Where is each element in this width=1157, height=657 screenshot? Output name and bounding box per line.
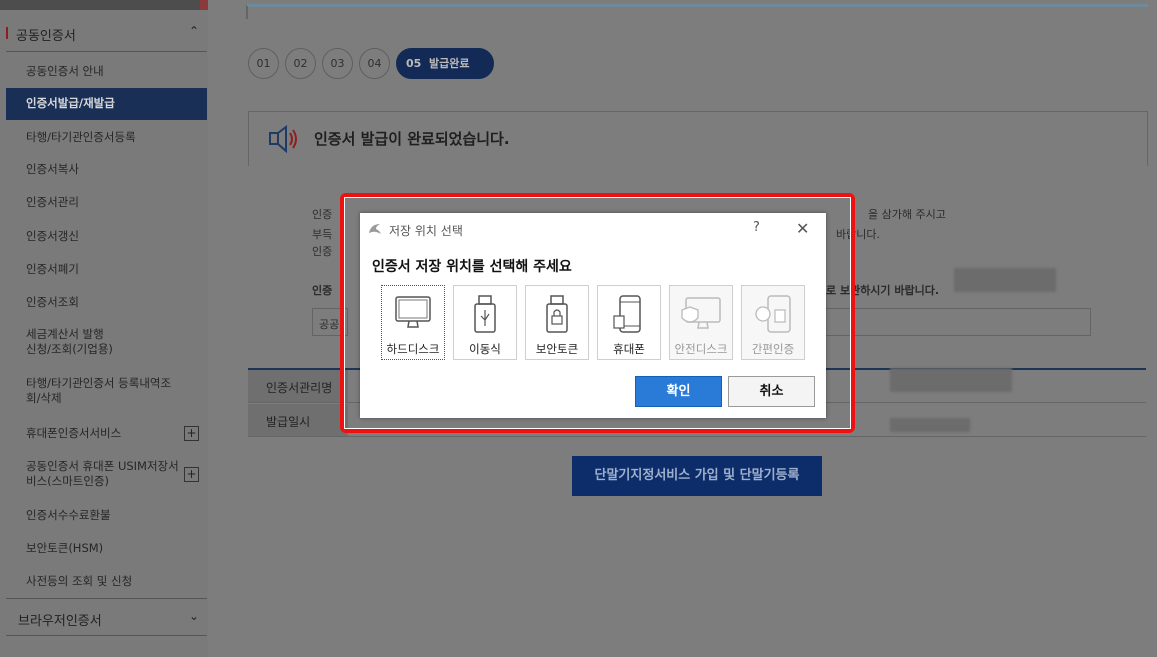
sidebar-top-strip [0, 0, 208, 10]
section-marker [6, 27, 8, 39]
dialog-titlebar: 저장 위치 선택 ? ✕ [360, 213, 826, 245]
sidebar-item-issue[interactable]: 인증서발급/재발급 [6, 88, 207, 120]
confirm-button[interactable]: 확인 [635, 376, 722, 407]
panel-text-line2-left: 인증 [312, 208, 333, 221]
close-icon[interactable]: ✕ [796, 219, 809, 238]
step-04: 04 [359, 48, 390, 79]
section-title: 공동인증서 [16, 29, 76, 44]
option-harddisk[interactable]: 하드디스크 [381, 285, 445, 360]
sidebar-item-label: 인증서발급/재발급 [26, 96, 115, 110]
simple-auth-icon [755, 295, 791, 333]
expand-plus-icon[interactable]: + [184, 426, 199, 441]
sidebar-item-revoke[interactable]: 인증서폐기 [6, 262, 207, 277]
sidebar-item-label: 세금계산서 발행 신청/조회(기업용) [26, 327, 113, 356]
sidebar-item-tax-invoice[interactable]: 세금계산서 발행 신청/조회(기업용) [6, 327, 207, 357]
step-01: 01 [248, 48, 279, 79]
sidebar-item-other-history[interactable]: 타행/타기관인증서 등록내역조 회/삭제 [6, 376, 207, 406]
option-safe-disk[interactable]: 안전디스크 [669, 285, 733, 360]
sidebar-item-label: 인증서관리 [26, 195, 79, 209]
dolphin-logo-icon [369, 224, 381, 234]
panel-text-line5-left: 인증 [312, 284, 333, 297]
step-number: 05 [406, 57, 422, 70]
monitor-icon [395, 296, 431, 328]
sidebar-item-label: 공동인증서 휴대폰 USIM저장서 비스(스마트인증) [26, 459, 179, 488]
cancel-button[interactable]: 취소 [728, 376, 815, 407]
option-security-token[interactable]: 보안토큰 [525, 285, 589, 360]
sidebar-item-phone-service[interactable]: 휴대폰인증서서비스 + [6, 426, 207, 441]
sidebar-item-label: 인증서갱신 [26, 229, 79, 243]
sidebar-item-other-register[interactable]: 타행/타기관인증서등록 [6, 130, 207, 145]
option-simple-auth[interactable]: 간편인증 [741, 285, 805, 360]
top-divider [246, 4, 1148, 19]
redacted-block [890, 418, 970, 432]
sidebar-item-manage[interactable]: 인증서관리 [6, 195, 207, 210]
sidebar-item-label: 타행/타기관인증서 등록내역조 회/삭제 [26, 376, 172, 405]
panel-text-line2-right: 을 삼가해 주시고 [868, 208, 946, 221]
sidebar-item-hsm[interactable]: 보안토큰(HSM) [6, 541, 207, 556]
sidebar-section-gongdong[interactable]: 공동인증서 ⌃ [6, 14, 207, 52]
sidebar-item-guide[interactable]: 공동인증서 안내 [6, 64, 207, 79]
dialog-heading: 인증서 저장 위치를 선택해 주세요 [372, 259, 572, 275]
sidebar-item-label: 공동인증서 안내 [26, 64, 104, 78]
chevron-down-icon: ⌄ [188, 609, 199, 623]
redacted-block [954, 268, 1056, 292]
expand-plus-icon[interactable]: + [184, 467, 199, 482]
panel-text-line3: 부득 [312, 228, 333, 241]
sidebar-item-label: 사전등의 조회 및 신청 [26, 574, 133, 588]
redacted-block [890, 368, 1012, 392]
lock-token-icon [546, 295, 568, 333]
sidebar-item-label: 인증서조회 [26, 295, 79, 309]
input-prefix: 공공 [319, 318, 340, 331]
option-phone[interactable]: 휴대폰 [597, 285, 661, 360]
phone-icon [613, 295, 641, 333]
sidebar-item-label: 인증서수수료환불 [26, 508, 111, 522]
sidebar-item-copy[interactable]: 인증서복사 [6, 162, 207, 177]
option-label: 보안토큰 [535, 342, 579, 356]
help-icon[interactable]: ? [753, 220, 760, 235]
option-label: 하드디스크 [386, 342, 440, 356]
step-03: 03 [322, 48, 353, 79]
step-label: 발급완료 [428, 57, 470, 70]
option-label: 간편인증 [751, 342, 795, 356]
safe-disk-icon [681, 297, 721, 329]
panel-title: 인증서 발급이 완료되었습니다. [314, 130, 510, 148]
option-label: 이동식 [469, 342, 501, 356]
chevron-up-icon: ⌃ [188, 24, 199, 38]
row-header-name: 인증서관리명 [248, 370, 348, 402]
sidebar-item-usim[interactable]: 공동인증서 휴대폰 USIM저장서 비스(스마트인증) + [6, 459, 207, 489]
sidebar-item-label: 보안토큰(HSM) [26, 541, 104, 555]
sidebar-section-browser[interactable]: 브라우저인증서 ⌄ [6, 598, 207, 636]
section-title: 브라우저인증서 [18, 614, 102, 629]
sidebar: 공동인증서 ⌃ 공동인증서 안내 인증서발급/재발급 타행/타기관인증서등록 인… [0, 0, 208, 657]
sidebar-item-renew[interactable]: 인증서갱신 [6, 229, 207, 244]
device-register-button[interactable]: 단말기지정서비스 가입 및 단말기등록 [572, 456, 822, 496]
speaker-icon [269, 125, 297, 154]
step-02: 02 [285, 48, 316, 79]
option-label: 휴대폰 [613, 342, 645, 356]
name-input-right[interactable] [820, 308, 1091, 336]
dialog-title: 저장 위치 선택 [389, 224, 463, 238]
sidebar-item-label: 인증서폐기 [26, 262, 79, 276]
sidebar-item-lookup[interactable]: 인증서조회 [6, 295, 207, 310]
sidebar-item-label: 인증서복사 [26, 162, 79, 176]
save-location-dialog: 저장 위치 선택 ? ✕ 인증서 저장 위치를 선택해 주세요 하드디스크 이동… [360, 213, 826, 418]
sidebar-item-refund[interactable]: 인증서수수료환불 [6, 508, 207, 523]
option-removable[interactable]: 이동식 [453, 285, 517, 360]
option-label: 안전디스크 [674, 342, 728, 356]
sidebar-item-label: 타행/타기관인증서등록 [26, 130, 136, 144]
step-05-current: 05 발급완료 [396, 48, 494, 79]
sidebar-item-consent[interactable]: 사전등의 조회 및 신청 [6, 574, 207, 589]
row-header-date: 발급일시 [248, 404, 348, 436]
panel-text-line4: 인증 [312, 245, 333, 258]
sidebar-item-label: 휴대폰인증서서비스 [26, 426, 122, 440]
usb-icon [474, 295, 496, 333]
